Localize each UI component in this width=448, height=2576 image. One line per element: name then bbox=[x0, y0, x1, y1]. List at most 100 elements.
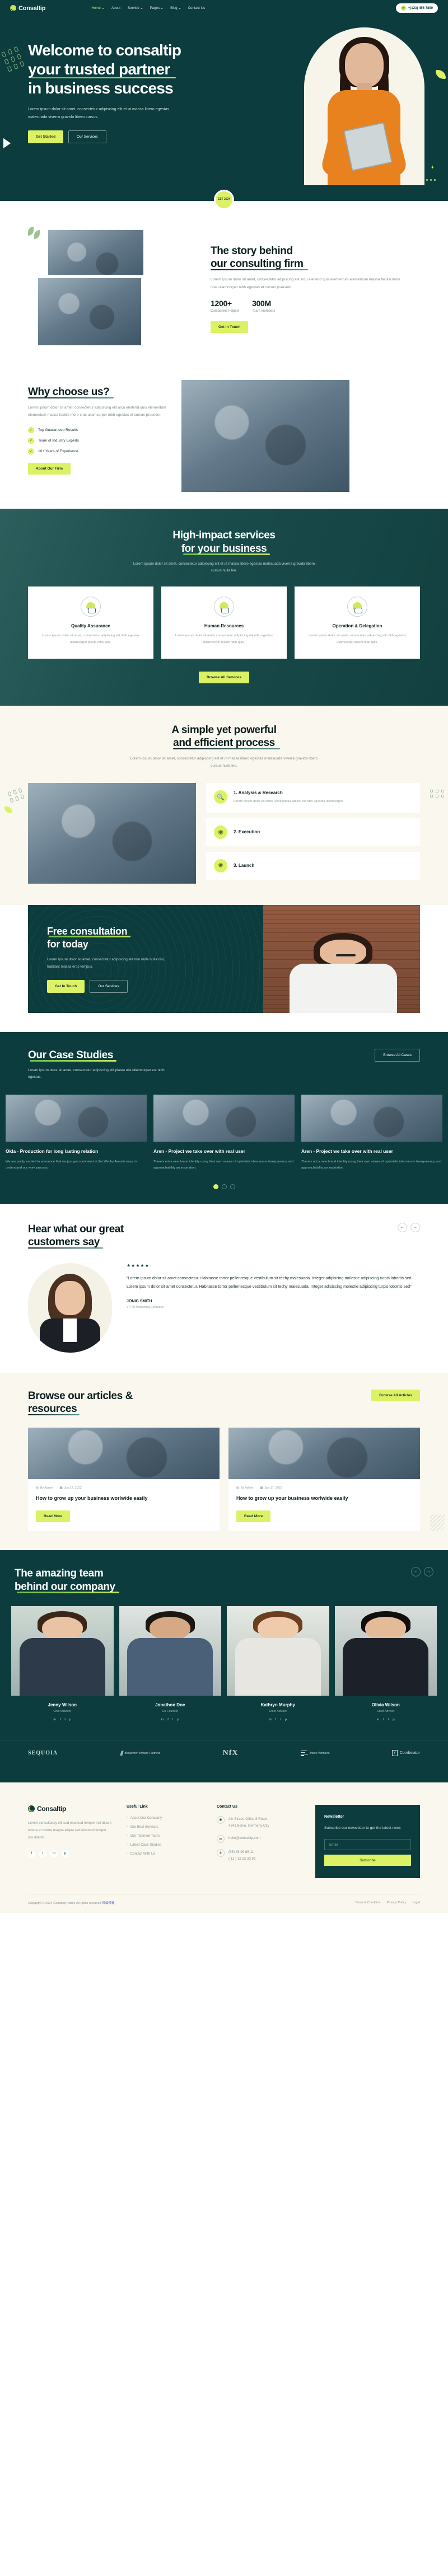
pinterest-icon[interactable]: p bbox=[69, 1718, 71, 1721]
process-step[interactable]: 🔍 1. Analysis & Research Lorem ipsum dol… bbox=[206, 783, 420, 813]
chevron-right-icon: › bbox=[127, 1825, 128, 1829]
team-card[interactable]: Jonathon Doe Co-Founder in f t p bbox=[119, 1606, 221, 1721]
pinterest-icon[interactable]: p bbox=[62, 1850, 69, 1857]
browse-all-articles-button[interactable]: Browse All Articles bbox=[371, 1390, 420, 1401]
nav-item-pages[interactable]: Pages bbox=[150, 6, 164, 10]
get-started-button[interactable]: Get Started bbox=[28, 130, 64, 144]
linkedin-icon[interactable]: in bbox=[377, 1718, 379, 1721]
team-card[interactable]: Kathryn Murphy Chief Advisor in f t p bbox=[227, 1606, 329, 1721]
partner-name: Index Ventures bbox=[310, 1751, 330, 1755]
browse-all-cases-button[interactable]: Browse All Cases bbox=[375, 1049, 420, 1062]
contact-line-1: 2th Street, Office 8 Road bbox=[228, 1817, 267, 1821]
hero-section: Welcome to consaltip your trusted partne… bbox=[0, 16, 448, 201]
nav-item-contact-us[interactable]: Contact Us bbox=[188, 6, 206, 10]
legal-link-legal[interactable]: Legal bbox=[412, 1901, 420, 1904]
service-card[interactable]: Human Resources Lorem ipsum dolor sit am… bbox=[161, 586, 287, 659]
pinterest-icon[interactable]: p bbox=[177, 1718, 179, 1721]
hero-badge-strip: EST 2024 bbox=[0, 190, 448, 220]
legal-link-terms[interactable]: Terms & Condition bbox=[355, 1901, 381, 1904]
linkedin-icon[interactable]: in bbox=[53, 1718, 55, 1721]
case-card-desc: There's not a new brand identity using t… bbox=[301, 1160, 441, 1170]
team-member-photo bbox=[227, 1606, 329, 1696]
footer-link-about-our-company[interactable]: › About Our Company bbox=[127, 1816, 202, 1820]
footer-contact-phone[interactable]: ✆ (55) 88 99 66 11 ( 11 ) 12 22 33 99 bbox=[217, 1849, 301, 1862]
blog-card[interactable]: ◎ By Admin ▤ Jun 17, 2022 How to grow up… bbox=[228, 1428, 420, 1532]
nav-label: Pages bbox=[150, 6, 160, 10]
twitter-icon[interactable]: t bbox=[64, 1718, 66, 1721]
service-card[interactable]: Operation & Delegation Lorem ipsum dolor… bbox=[295, 586, 420, 659]
y-box-icon: Y bbox=[391, 1750, 398, 1757]
nav-item-about[interactable]: About bbox=[111, 6, 120, 10]
legal-link-privacy[interactable]: Privacy Policy bbox=[386, 1901, 406, 1904]
consultation-get-in-touch-button[interactable]: Get In Touch bbox=[47, 980, 85, 993]
read-more-button[interactable]: Read More bbox=[236, 1510, 271, 1523]
phone-icon: ✆ bbox=[217, 1849, 225, 1857]
twitter-icon[interactable]: t bbox=[388, 1718, 389, 1721]
case-card[interactable]: Okla - Production for long lasting relat… bbox=[6, 1094, 147, 1172]
process-step[interactable]: ◉ 2. Execution bbox=[206, 818, 420, 846]
case-card[interactable]: Aren - Project we take over with real us… bbox=[153, 1094, 295, 1172]
linkedin-icon[interactable]: in bbox=[269, 1718, 271, 1721]
facebook-icon[interactable]: f bbox=[383, 1718, 384, 1721]
about-our-firm-button[interactable]: About Our Firm bbox=[28, 462, 71, 475]
carousel-dot[interactable] bbox=[213, 1184, 218, 1189]
service-card[interactable]: Quality Assurance Lorem ipsum dolor sit … bbox=[28, 586, 153, 659]
nav-item-blog[interactable]: Blog bbox=[170, 6, 181, 10]
facebook-icon[interactable]: f bbox=[28, 1850, 35, 1857]
blog-card[interactable]: ◎ By Admin ▤ Jun 17, 2022 How to grow up… bbox=[28, 1428, 220, 1532]
partner-logo-bessemer: /// Bessemer Venture Partners bbox=[120, 1749, 160, 1757]
footer-logo[interactable]: Consaltip bbox=[28, 1805, 112, 1813]
facebook-icon[interactable]: f bbox=[60, 1718, 61, 1721]
case-carousel-dots[interactable] bbox=[0, 1184, 448, 1189]
brand-logo[interactable]: Consaltip bbox=[10, 5, 46, 12]
process-step[interactable]: ✺ 3. Launch bbox=[206, 851, 420, 880]
newsletter-text: Subscribe our newsletter to get the late… bbox=[324, 1826, 401, 1830]
newsletter-email-input[interactable] bbox=[324, 1839, 411, 1851]
partner-logo-ycombinator: Y Combinator bbox=[391, 1750, 420, 1757]
copyright-text: Copyright © 2024 Company name All rights… bbox=[28, 1901, 115, 1905]
twitter-icon[interactable]: t bbox=[280, 1718, 281, 1721]
footer-socials: f t in p bbox=[28, 1850, 112, 1857]
arrow-left-icon[interactable]: ← bbox=[398, 1222, 407, 1232]
browse-all-services-button[interactable]: Browse All Services bbox=[199, 671, 249, 683]
blog-title: Browse our articles & resources bbox=[28, 1390, 133, 1416]
consultation-our-services-button[interactable]: Our Services bbox=[90, 980, 128, 993]
arrow-right-icon[interactable]: → bbox=[424, 1567, 433, 1577]
pinterest-icon[interactable]: p bbox=[285, 1718, 287, 1721]
checklist-item: ✓ 10+ Years of Experience bbox=[28, 448, 168, 454]
copyright-mark[interactable]: 风云模板 bbox=[102, 1902, 114, 1905]
facebook-icon[interactable]: f bbox=[167, 1718, 169, 1721]
twitter-icon[interactable]: t bbox=[172, 1718, 174, 1721]
page-root: Consaltip Home About Service Pages Blog bbox=[0, 0, 448, 1913]
footer-link-our-best-services[interactable]: › Our Best Services bbox=[127, 1825, 202, 1829]
footer-link-contact-with-us[interactable]: › Contact With Us bbox=[127, 1852, 202, 1856]
carousel-dot[interactable] bbox=[221, 1184, 227, 1189]
nav-item-service[interactable]: Service bbox=[128, 6, 143, 10]
linkedin-icon[interactable]: in bbox=[161, 1718, 164, 1721]
footer-contact-email[interactable]: ✉ hello@consaltip.com bbox=[217, 1835, 301, 1843]
team-card[interactable]: Jenny Wilson Chief Advisor in f t p bbox=[11, 1606, 114, 1721]
nav-item-home[interactable]: Home bbox=[91, 6, 104, 10]
footer-link-our-talented-team[interactable]: › Our Talented Team bbox=[127, 1834, 202, 1838]
footer-link-latest-case-studies[interactable]: › Latest Case Studies bbox=[127, 1843, 202, 1847]
carousel-dot[interactable] bbox=[230, 1184, 235, 1189]
stat-team-members: 300M Team members bbox=[252, 299, 275, 313]
hero-paragraph: Lorem ipsum dolor sit amet, consectetur … bbox=[28, 107, 170, 119]
our-services-button[interactable]: Our Services bbox=[68, 130, 106, 144]
facebook-icon[interactable]: f bbox=[276, 1718, 277, 1721]
get-in-touch-button[interactable]: Get In Touch bbox=[211, 321, 249, 333]
case-card[interactable]: Aren - Project we take over with real us… bbox=[301, 1094, 442, 1172]
case-cards: Okla - Production for long lasting relat… bbox=[0, 1094, 448, 1172]
read-more-button[interactable]: Read More bbox=[36, 1510, 71, 1523]
hero-title-line2: your trusted partner bbox=[28, 60, 176, 79]
team-card[interactable]: Olivia Wilson Chief Advisor in f t p bbox=[334, 1606, 437, 1721]
newsletter-subscribe-button[interactable]: Subscribe bbox=[324, 1855, 411, 1866]
twitter-icon[interactable]: t bbox=[39, 1850, 46, 1857]
header-phone-button[interactable]: ✆ +(123) 456 7890 bbox=[395, 3, 438, 13]
linkedin-icon[interactable]: in bbox=[50, 1850, 58, 1857]
testimonials-section: Hear what our great customers say ← → ★★… bbox=[0, 1203, 448, 1373]
site-footer: Consaltip Lorem consultancy elit sed eiu… bbox=[0, 1782, 448, 1913]
arrow-right-icon[interactable]: → bbox=[410, 1222, 420, 1232]
pinterest-icon[interactable]: p bbox=[393, 1718, 394, 1721]
arrow-left-icon[interactable]: ← bbox=[411, 1567, 421, 1577]
